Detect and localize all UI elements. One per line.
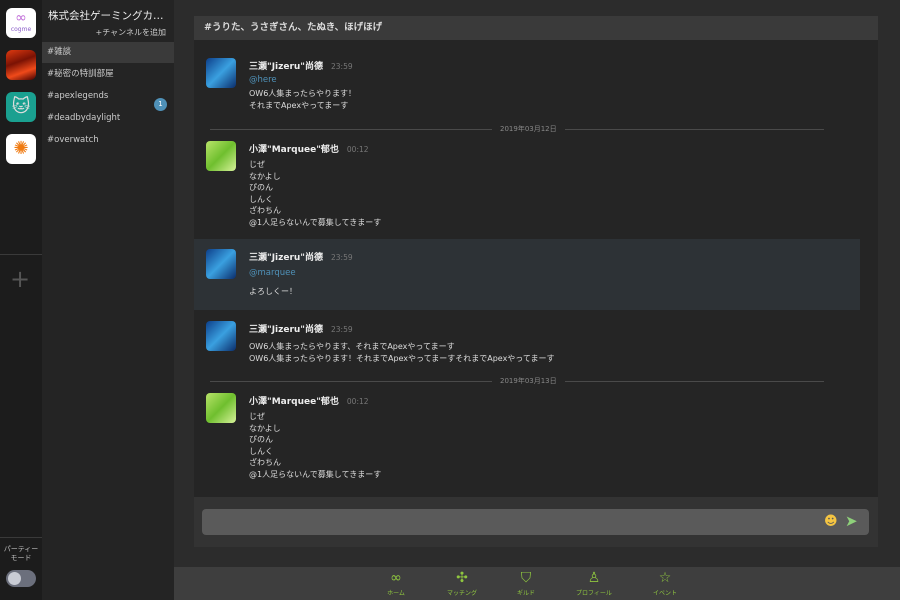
channel-list: 株式会社ゲーミングカ… +チャンネルを追加 #雑談 #秘密の特訓部屋 #apex… [42, 0, 174, 600]
server-fire[interactable] [6, 50, 36, 80]
message-text: よろしくー！ [249, 287, 297, 296]
timestamp: 00:12 [346, 397, 369, 406]
nav-event[interactable]: ☆ イベント [635, 570, 695, 597]
nav-guild[interactable]: ⛉ ギルド [496, 570, 556, 597]
server-rail: ∞ cogme 🐱 ✺ + パーティー モード [0, 0, 42, 600]
message: 小澤"Marquee"郁也 00:12 じぜ なかよし ぴのん しんく ざわちん … [194, 392, 860, 492]
star-icon: ☆ [658, 570, 672, 586]
divider [0, 537, 42, 538]
party-mode-label: パーティー モード [3, 545, 39, 562]
message-text: OW6人集まったらやります！ それまでApexやってまーす [249, 89, 356, 110]
channel-item[interactable]: #秘密の特訓部屋 [42, 64, 174, 85]
message-composer: ☻ ➤ [194, 497, 878, 547]
guild-icon: ⛉ [520, 570, 532, 586]
message-text: じぜ なかよし ぴのん しんく ざわちん @1人足らないんで募集してきまーす [249, 412, 382, 479]
timestamp: 23:59 [331, 325, 353, 334]
mention[interactable]: @here [249, 75, 277, 85]
guild-name: 株式会社ゲーミングカ… [48, 10, 164, 22]
author-name[interactable]: 三瀬"Jizeru"尚德 [249, 325, 323, 335]
timestamp: 23:59 [331, 62, 353, 71]
puzzle-icon: ✣ [456, 570, 468, 586]
channel-item[interactable]: #雑談 [42, 42, 174, 63]
avatar[interactable] [206, 141, 236, 171]
person-icon: ♙ [587, 570, 601, 586]
server-cogme[interactable]: ∞ cogme [6, 8, 36, 38]
message-input[interactable] [202, 509, 869, 535]
date-divider: 2019年03月12日 [210, 124, 824, 134]
message-text: OW6人集まったらやります、それまでApexやってまーす OW6人集まったらやり… [249, 342, 555, 363]
author-name[interactable]: 三瀬"Jizeru"尚德 [249, 62, 323, 72]
timestamp: 23:59 [331, 253, 353, 262]
author-name[interactable]: 小澤"Marquee"郁也 [249, 145, 339, 155]
add-channel-button[interactable]: +チャンネルを追加 [96, 27, 166, 38]
chat-title: #うりた、うさぎさん、たぬき、ほげほげ [194, 16, 878, 40]
author-name[interactable]: 小澤"Marquee"郁也 [249, 397, 339, 407]
message: 三瀬"Jizeru"尚德 23:59 @here OW6人集まったらやります！ そ… [194, 56, 860, 116]
message: 小澤"Marquee"郁也 00:12 じぜ なかよし ぴのん しんく ざわちん … [194, 140, 860, 240]
mention[interactable]: @marquee [249, 268, 296, 278]
bottom-nav: ∞ ホーム ✣ マッチング ⛉ ギルド ♙ プロフィール ☆ イベント [174, 567, 900, 600]
server-cat[interactable]: 🐱 [6, 92, 36, 122]
add-server-icon[interactable]: + [10, 265, 30, 293]
author-name[interactable]: 三瀬"Jizeru"尚德 [249, 253, 323, 263]
nav-home[interactable]: ∞ ホーム [366, 570, 426, 597]
party-mode-toggle[interactable] [6, 570, 36, 587]
infinity-icon: ∞ [390, 570, 402, 586]
message-highlighted: 三瀬"Jizeru"尚德 23:59 @marquee よろしくー！ [194, 239, 860, 310]
date-divider: 2019年03月13日 [210, 376, 824, 386]
message: 三瀬"Jizeru"尚德 23:59 OW6人集まったらやります、それまでApex… [194, 319, 860, 369]
avatar[interactable] [206, 321, 236, 351]
channel-item[interactable]: #deadbydaylight [42, 108, 174, 129]
chat-panel: #うりた、うさぎさん、たぬき、ほげほげ 三瀬"Jizeru"尚德 23:59 @h… [194, 16, 878, 547]
avatar[interactable] [206, 393, 236, 423]
divider [0, 254, 42, 255]
nav-matching[interactable]: ✣ マッチング [432, 570, 492, 597]
nav-profile[interactable]: ♙ プロフィール [564, 570, 624, 597]
avatar[interactable] [206, 58, 236, 88]
avatar[interactable] [206, 249, 236, 279]
cogme-logo-icon: ∞ [15, 10, 27, 26]
message-text: じぜ なかよし ぴのん しんく ざわちん @1人足らないんで募集してきまーす [249, 160, 382, 227]
server-flower[interactable]: ✺ [6, 134, 36, 164]
channel-item[interactable]: #overwatch [42, 130, 174, 151]
timestamp: 00:12 [346, 145, 369, 154]
emoji-icon[interactable]: ☻ [824, 514, 838, 529]
send-icon[interactable]: ➤ [845, 512, 858, 530]
